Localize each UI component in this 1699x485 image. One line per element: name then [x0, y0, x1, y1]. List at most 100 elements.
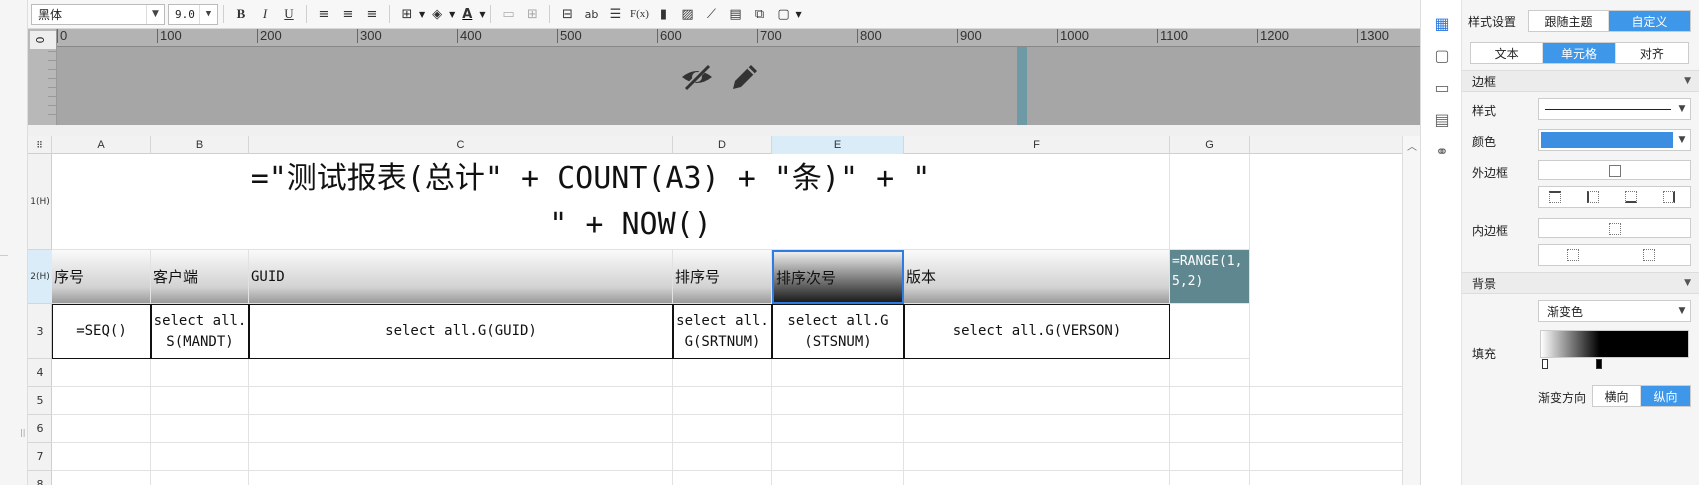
edit-pencil-icon[interactable] — [727, 59, 763, 95]
column-header-g[interactable]: G — [1170, 136, 1250, 154]
cell-element-icon[interactable]: ▢ — [1431, 44, 1453, 66]
align-center-icon[interactable]: ≡ — [337, 3, 359, 25]
border-left-icon[interactable] — [1587, 191, 1599, 203]
ruler-tick: 400 — [457, 29, 482, 43]
row-header-3[interactable]: 3 — [28, 304, 52, 359]
follow-theme-button[interactable]: 跟随主题 — [1529, 11, 1610, 31]
chevron-up-icon[interactable]: ︿ — [1407, 138, 1417, 153]
inner-vertical-icon[interactable] — [1643, 249, 1655, 261]
header-cell-sort[interactable]: 排序号 — [673, 250, 772, 304]
ab-button[interactable]: ab — [580, 3, 602, 25]
header-cell-guid[interactable]: GUID — [249, 250, 673, 304]
align-right-icon[interactable]: ≡ — [361, 3, 383, 25]
column-header-d[interactable]: D — [673, 136, 772, 154]
widget-icon[interactable]: ▢ — [772, 3, 794, 25]
merge-cells-icon[interactable]: ▭ — [497, 3, 519, 25]
border-bottom-icon[interactable] — [1625, 191, 1637, 203]
border-icon[interactable]: ⊞ — [396, 3, 418, 25]
form-icon[interactable]: ▤ — [724, 3, 746, 25]
background-type-select[interactable]: 渐变色 ▼ — [1538, 300, 1691, 322]
condition-icon[interactable]: ▤ — [1431, 108, 1453, 130]
cell-g1[interactable] — [1170, 154, 1250, 250]
sub-report-icon[interactable]: ⧉ — [748, 3, 770, 25]
column-header-e[interactable]: E — [772, 136, 904, 154]
image-icon[interactable]: ▨ — [676, 3, 698, 25]
custom-style-button[interactable]: 自定义 — [1609, 11, 1690, 31]
header-cell-seq[interactable]: 序号 — [52, 250, 151, 304]
column-header-c[interactable]: C — [249, 136, 673, 154]
row-header-5[interactable]: 5 — [28, 387, 52, 415]
header-cell-version[interactable]: 版本 — [904, 250, 1170, 304]
gradient-horizontal-button[interactable]: 横向 — [1593, 386, 1642, 406]
border-section-header[interactable]: 边框 ▼ — [1462, 70, 1699, 92]
header-cell-client[interactable]: 客户端 — [151, 250, 249, 304]
title-cell[interactable]: ="测试报表(总计" + COUNT(A3) + "条)" + " " + NO… — [52, 154, 1170, 250]
border-right-icon[interactable] — [1663, 191, 1675, 203]
border-color-label: 颜色 — [1472, 135, 1497, 149]
align-left-icon[interactable]: ≡ — [313, 3, 335, 25]
tab-text[interactable]: 文本 — [1471, 43, 1544, 63]
header-cell-sort-sub[interactable]: 排序次号 — [772, 250, 904, 304]
cell-style-icon[interactable]: ▦ — [1431, 12, 1453, 34]
slash-icon[interactable]: ⟋ — [700, 3, 722, 25]
property-sidebar-icons: ▦ ▢ ▭ ▤ ⚭ — [1420, 0, 1462, 485]
fill-color-icon[interactable]: ◈ — [426, 3, 448, 25]
inner-border-all-button[interactable] — [1538, 218, 1691, 238]
page-header-area — [57, 47, 1420, 125]
italic-button[interactable]: I — [254, 3, 276, 25]
left-panel-edge[interactable]: || — [0, 0, 28, 485]
outer-border-options — [1538, 186, 1691, 208]
font-size-value: 9.0 — [175, 7, 195, 21]
empty-rows[interactable] — [52, 359, 1402, 485]
data-cell-version[interactable]: select all.G(VERSON) — [904, 304, 1170, 359]
link-icon[interactable]: ⊟ — [556, 3, 578, 25]
background-section-header[interactable]: 背景 ▼ — [1462, 272, 1699, 294]
column-header-f[interactable]: F — [904, 136, 1170, 154]
underline-button[interactable]: U — [278, 3, 300, 25]
row-header-8[interactable]: 8 — [28, 471, 52, 485]
formula-button[interactable]: F(x) — [628, 3, 650, 25]
select-all-corner[interactable]: ⠿ — [28, 136, 52, 154]
gradient-stop-start[interactable] — [1542, 359, 1548, 369]
column-header-a[interactable]: A — [52, 136, 151, 154]
data-cell-sort-sub[interactable]: select all.G(STSNUM) — [772, 304, 904, 359]
border-color-select[interactable]: ▼ — [1538, 129, 1691, 151]
data-cell-client[interactable]: select all.S(MANDT) — [151, 304, 249, 359]
widget-settings-icon[interactable]: ▭ — [1431, 76, 1453, 98]
vertical-scrollbar[interactable]: ︿ — [1402, 136, 1420, 485]
cell-g2-range[interactable]: =RANGE(1,5,2) — [1170, 250, 1250, 304]
hyperlink-icon[interactable]: ⚭ — [1431, 140, 1453, 162]
font-color-icon[interactable]: A — [456, 3, 478, 25]
data-cell-guid[interactable]: select all.G(GUID) — [249, 304, 673, 359]
gradient-stop-end[interactable] — [1596, 359, 1602, 369]
eye-hidden-icon[interactable] — [679, 59, 715, 95]
font-family-select[interactable]: 黑体 ▼ — [31, 3, 165, 25]
data-cell-sort[interactable]: select all.G(SRTNUM) — [673, 304, 772, 359]
outer-border-all-button[interactable] — [1538, 160, 1691, 180]
inner-border-options — [1538, 244, 1691, 266]
font-family-value: 黑体 — [38, 7, 63, 22]
page-boundary-marker[interactable] — [1017, 47, 1027, 125]
bold-button[interactable]: B — [230, 3, 252, 25]
row-header-2[interactable]: 2(H) — [28, 250, 52, 304]
chart-icon[interactable]: ▮ — [652, 3, 674, 25]
inner-horizontal-icon[interactable] — [1567, 249, 1579, 261]
cell-g3[interactable] — [1170, 304, 1250, 359]
row-header-1[interactable]: 1(H) — [28, 154, 52, 250]
row-header-6[interactable]: 6 — [28, 415, 52, 443]
border-style-select[interactable]: ▼ — [1538, 98, 1691, 120]
tab-align[interactable]: 对齐 — [1616, 43, 1688, 63]
border-top-icon[interactable] — [1549, 191, 1561, 203]
split-cells-icon[interactable]: ⊞ — [521, 3, 543, 25]
background-type-value: 渐变色 — [1547, 304, 1584, 319]
column-header-b[interactable]: B — [151, 136, 249, 154]
gradient-preview[interactable] — [1540, 330, 1689, 358]
data-cell-seq[interactable]: =SEQ() — [52, 304, 151, 359]
gradient-vertical-button[interactable]: 纵向 — [1641, 386, 1690, 406]
row-header-7[interactable]: 7 — [28, 443, 52, 471]
gradient-direction-label: 渐变方向 — [1538, 391, 1587, 405]
wrap-text-icon[interactable]: ☰ — [604, 3, 626, 25]
row-header-4[interactable]: 4 — [28, 359, 52, 387]
font-size-select[interactable]: 9.0 ▼ — [168, 3, 218, 25]
tab-cell[interactable]: 单元格 — [1543, 43, 1616, 63]
